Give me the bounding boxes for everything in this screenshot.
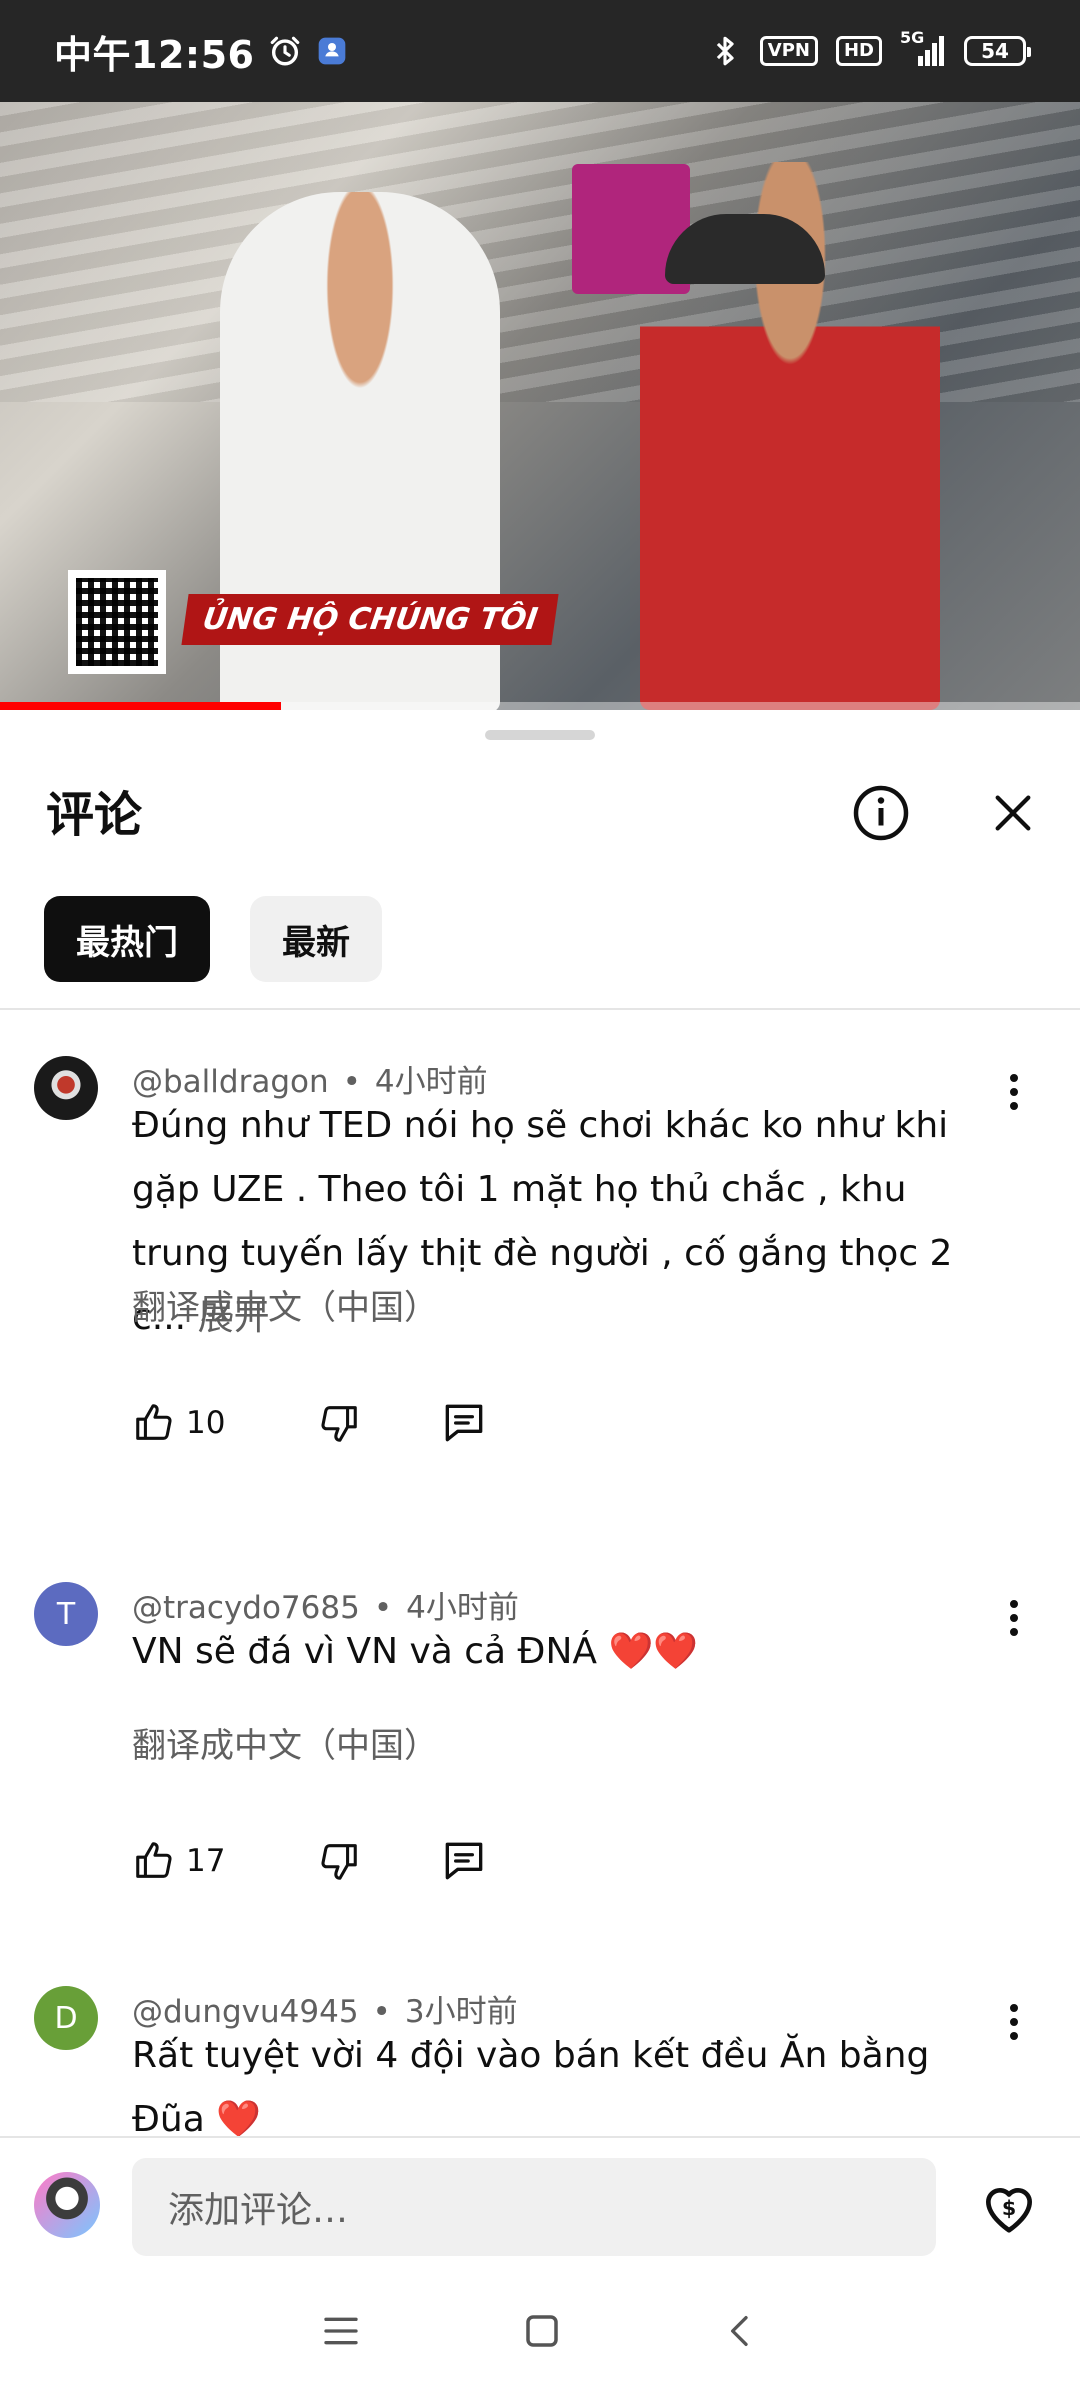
more-vert-icon <box>1010 1074 1018 1110</box>
like-button[interactable]: 10 <box>132 1400 225 1446</box>
close-icon <box>995 795 1031 831</box>
super-thanks-button[interactable]: $ <box>974 2172 1044 2242</box>
home-square-icon <box>526 2315 558 2347</box>
thumbs-down-icon <box>321 1844 358 1880</box>
more-vert-icon <box>1010 2004 1018 2040</box>
user-avatar[interactable] <box>34 2172 100 2238</box>
video-overlay-text: ỦNG HỘ CHÚNG TÔI <box>181 594 559 645</box>
app-notification-icon <box>316 35 348 67</box>
network-type: 5G <box>900 28 925 47</box>
sheet-title: 评论 <box>46 787 143 843</box>
comment-actions: 10 <box>132 1398 539 1448</box>
comment-actions: 17 <box>132 1836 539 1886</box>
video-progress-fill <box>0 702 281 710</box>
battery-icon: 54 <box>964 36 1031 66</box>
signal-icon: 5G <box>900 28 946 68</box>
comment-item: @balldragon • 4小时前 Đúng như TED nói họ sẽ … <box>0 1046 1080 1546</box>
info-button[interactable] <box>848 780 914 846</box>
system-nav-bar <box>0 2266 1080 2400</box>
like-button[interactable]: 17 <box>132 1838 225 1884</box>
translate-link[interactable]: 翻译成中文（中国） <box>132 1718 438 1767</box>
home-button[interactable] <box>521 2310 563 2356</box>
divider <box>0 1008 1080 1010</box>
super-thanks-icon: $ <box>986 2187 1032 2233</box>
back-button[interactable] <box>721 2309 761 2357</box>
bluetooth-icon <box>708 33 742 69</box>
close-button[interactable] <box>980 780 1046 846</box>
thumbs-down-icon <box>321 1406 358 1442</box>
comment-item: T @tracydo7685 • 4小时前 VN sẽ đá vì VN và cả… <box>0 1572 1080 1972</box>
video-player[interactable]: ỦNG HỘ CHÚNG TÔI <box>0 102 1080 710</box>
back-icon <box>731 2316 748 2346</box>
filter-newest[interactable]: 最新 <box>250 896 382 982</box>
comment-text: Rất tuyệt vời 4 đội vào bán kết đều Ăn b… <box>132 2035 930 2136</box>
more-options-button[interactable] <box>994 1992 1034 2052</box>
menu-icon <box>324 2317 358 2345</box>
comment-composer: 添加评论… $ <box>0 2136 1080 2266</box>
vpn-badge: VPN <box>759 36 818 66</box>
more-options-button[interactable] <box>994 1588 1034 1648</box>
comment-item: D @dungvu4945 • 3小时前 Rất tuyệt vời 4 đội v… <box>0 1976 1080 2136</box>
comment-avatar[interactable]: T <box>34 1582 98 1646</box>
drag-handle[interactable] <box>485 730 595 740</box>
reply-button[interactable] <box>439 1836 489 1886</box>
reply-icon <box>446 1404 483 1442</box>
menu-button[interactable] <box>319 2311 363 2355</box>
filter-top-comments[interactable]: 最热门 <box>44 896 210 982</box>
svg-text:$: $ <box>1002 2196 1016 2220</box>
status-bar: 中午12:56 VPN HD 5G 54 <box>0 0 1080 102</box>
hd-badge: HD <box>835 36 882 66</box>
status-time: 中午12:56 <box>54 32 255 77</box>
video-progress-bar[interactable] <box>0 702 1080 710</box>
more-vert-icon <box>1010 1600 1018 1636</box>
comment-avatar[interactable]: D <box>34 1986 98 2050</box>
translate-link[interactable]: 翻译成中文（中国） <box>132 1280 438 1329</box>
alarm-icon <box>268 34 302 68</box>
dislike-button[interactable] <box>315 1400 361 1446</box>
thumbs-up-icon <box>136 1404 172 1440</box>
comment-avatar[interactable] <box>34 1056 98 1120</box>
like-count: 10 <box>186 1405 226 1441</box>
reply-icon <box>446 1842 483 1880</box>
like-count: 17 <box>186 1843 226 1879</box>
thumbs-up-icon <box>136 1842 172 1878</box>
dislike-button[interactable] <box>315 1838 361 1884</box>
more-options-button[interactable] <box>994 1062 1034 1122</box>
reply-button[interactable] <box>439 1398 489 1448</box>
qr-code <box>68 570 166 674</box>
add-comment-input[interactable]: 添加评论… <box>132 2158 936 2256</box>
comment-text: VN sẽ đá vì VN và cả ĐNÁ ❤️❤️ <box>132 1631 699 1672</box>
info-icon <box>853 785 909 841</box>
